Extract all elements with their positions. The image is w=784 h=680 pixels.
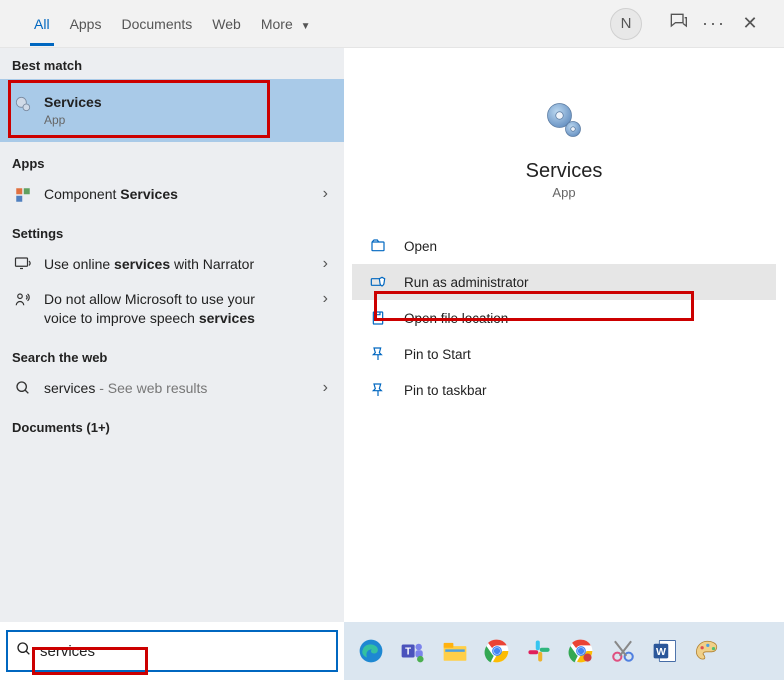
tab-web[interactable]: Web: [202, 2, 251, 46]
result-services-app[interactable]: Services App: [0, 79, 344, 142]
action-label: Open file location: [404, 311, 508, 326]
result-label: services - See web results: [44, 379, 319, 398]
section-documents: Documents (1+): [0, 406, 344, 441]
svg-text:T: T: [405, 646, 411, 657]
more-options-icon[interactable]: ···: [696, 13, 732, 34]
section-best-match: Best match: [0, 48, 344, 79]
tab-more-label: More: [261, 16, 293, 32]
taskbar: T W: [344, 622, 784, 680]
svg-text:W: W: [656, 646, 666, 658]
search-input[interactable]: [40, 643, 336, 660]
action-label: Pin to Start: [404, 347, 471, 362]
taskbar-explorer-icon[interactable]: [440, 636, 470, 666]
result-title: Services: [44, 93, 332, 112]
chevron-right-icon[interactable]: ›: [319, 290, 332, 308]
result-label: Do not allow Microsoft to use your voice…: [44, 290, 319, 328]
taskbar-word-icon[interactable]: W: [650, 636, 680, 666]
taskbar-chrome-canary-icon[interactable]: [566, 636, 596, 666]
result-speech-services[interactable]: Do not allow Microsoft to use your voice…: [0, 282, 344, 336]
services-large-icon: [532, 88, 596, 152]
taskbar-snip-icon[interactable]: [608, 636, 638, 666]
detail-subtitle: App: [344, 185, 784, 200]
action-label: Pin to taskbar: [404, 383, 487, 398]
person-speak-icon: [12, 291, 34, 309]
action-run-as-administrator[interactable]: Run as administrator: [352, 264, 776, 300]
detail-panel: Services App Open Run as administrator: [344, 48, 784, 622]
taskbar-paint-icon[interactable]: [692, 636, 722, 666]
feedback-icon[interactable]: [660, 11, 696, 36]
result-subtitle: App: [44, 112, 332, 128]
search-icon: [8, 641, 40, 662]
component-icon: [12, 186, 34, 204]
result-component-services[interactable]: Component Services ›: [0, 177, 344, 212]
close-icon[interactable]: ✕: [732, 13, 768, 34]
open-icon: [366, 238, 390, 254]
tab-documents[interactable]: Documents: [111, 2, 202, 46]
tab-all[interactable]: All: [24, 2, 60, 46]
chevron-right-icon[interactable]: ›: [319, 379, 332, 397]
tab-more[interactable]: More ▼: [251, 2, 321, 46]
results-column: Best match Services App Apps Component S…: [0, 48, 344, 622]
chevron-right-icon[interactable]: ›: [319, 185, 332, 203]
shield-admin-icon: [366, 274, 390, 290]
action-pin-to-taskbar[interactable]: Pin to taskbar: [352, 372, 776, 408]
result-label: Component Services: [44, 185, 319, 204]
detail-title: Services: [344, 160, 784, 183]
filter-tabs: All Apps Documents Web More ▼ N ··· ✕: [0, 0, 784, 48]
section-settings: Settings: [0, 212, 344, 247]
taskbar-slack-icon[interactable]: [524, 636, 554, 666]
search-box[interactable]: [6, 630, 338, 672]
section-apps: Apps: [0, 142, 344, 177]
footer: T W: [0, 622, 784, 680]
section-search-web: Search the web: [0, 336, 344, 371]
result-label: Use online services with Narrator: [44, 255, 319, 274]
monitor-icon: [12, 256, 34, 272]
result-narrator-services[interactable]: Use online services with Narrator ›: [0, 247, 344, 282]
gear-icon: [12, 94, 34, 114]
folder-location-icon: [366, 310, 390, 326]
chevron-right-icon[interactable]: ›: [319, 255, 332, 273]
action-open[interactable]: Open: [352, 228, 776, 264]
taskbar-edge-icon[interactable]: [356, 636, 386, 666]
pin-icon: [366, 382, 390, 398]
result-web-search[interactable]: services - See web results ›: [0, 371, 344, 406]
action-label: Run as administrator: [404, 275, 529, 290]
chevron-down-icon: ▼: [301, 21, 311, 32]
action-open-file-location[interactable]: Open file location: [352, 300, 776, 336]
pin-icon: [366, 346, 390, 362]
action-pin-to-start[interactable]: Pin to Start: [352, 336, 776, 372]
user-avatar[interactable]: N: [610, 8, 642, 40]
taskbar-teams-icon[interactable]: T: [398, 636, 428, 666]
tab-apps[interactable]: Apps: [60, 2, 112, 46]
action-label: Open: [404, 239, 437, 254]
taskbar-chrome-icon[interactable]: [482, 636, 512, 666]
search-icon: [12, 380, 34, 396]
